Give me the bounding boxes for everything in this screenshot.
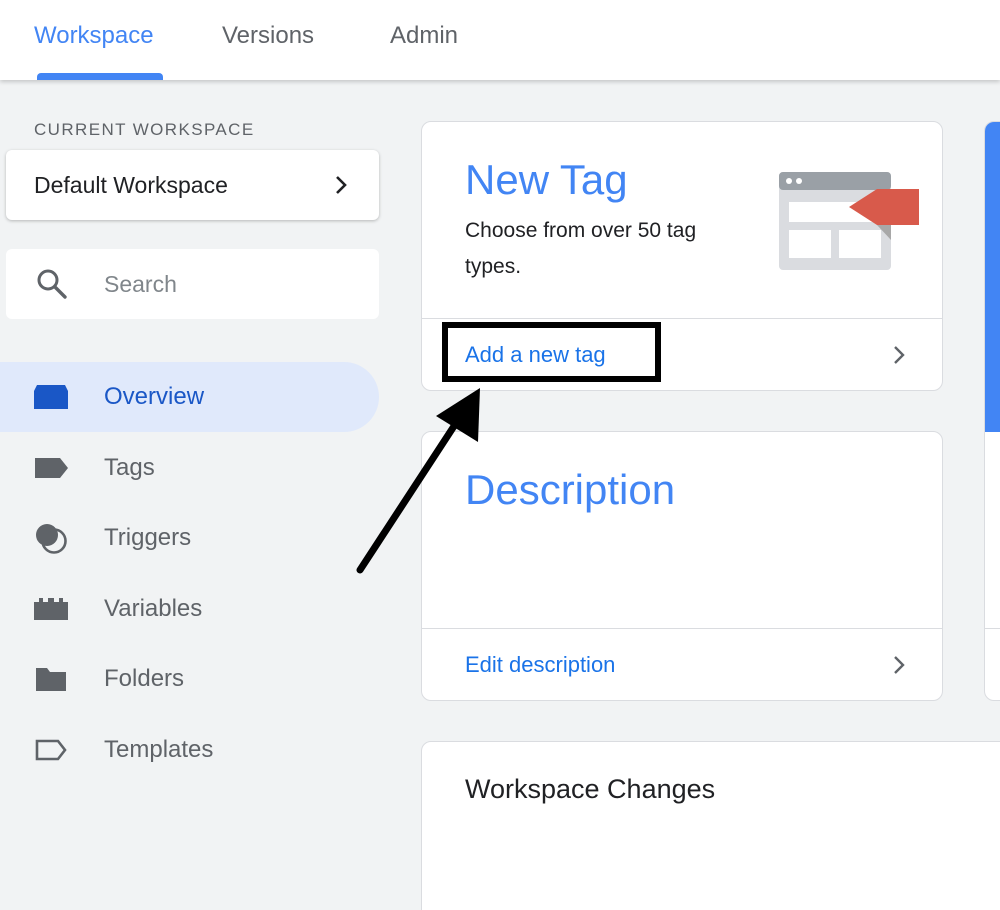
sidebar-item-overview[interactable]: Overview: [0, 362, 379, 432]
sidebar-item-label: Folders: [104, 665, 185, 692]
top-tab-bar: Workspace Versions Admin: [0, 0, 1000, 80]
trigger-icon: [32, 521, 70, 555]
add-new-tag-link[interactable]: Add a new tag: [465, 342, 606, 368]
sidebar-item-variables[interactable]: Variables: [0, 574, 379, 644]
sidebar-item-label: Variables: [104, 595, 203, 622]
tab-workspace[interactable]: Workspace: [34, 22, 154, 50]
active-tab-indicator: [37, 73, 163, 80]
sidebar-item-triggers[interactable]: Triggers: [0, 503, 379, 573]
sidebar-item-folders[interactable]: Folders: [0, 644, 379, 714]
chevron-right-icon: [336, 176, 347, 194]
workspace-selector[interactable]: Default Workspace: [6, 150, 379, 220]
workspace-changes-card: Workspace Changes: [421, 741, 1000, 910]
search-icon[interactable]: [34, 266, 70, 302]
chevron-right-icon[interactable]: [888, 654, 910, 676]
sidebar-item-tags[interactable]: Tags: [0, 433, 379, 503]
chevron-right-icon[interactable]: [888, 344, 910, 366]
tab-versions[interactable]: Versions: [222, 22, 314, 50]
new-tag-card: New Tag Choose from over 50 tag types. A…: [421, 121, 943, 391]
folder-icon: [32, 662, 70, 696]
tag-icon: [32, 451, 70, 485]
sidebar-item-templates[interactable]: Templates: [0, 715, 379, 785]
right-partial-card: [984, 121, 1000, 701]
overview-icon: [32, 380, 70, 414]
current-workspace-label: CURRENT WORKSPACE: [34, 120, 255, 139]
search-input[interactable]: [104, 270, 344, 298]
workspace-name: Default Workspace: [34, 171, 228, 198]
sidebar-item-label: Overview: [104, 383, 205, 410]
edit-description-link[interactable]: Edit description: [465, 652, 615, 678]
card-divider: [422, 628, 942, 629]
template-icon: [32, 733, 70, 767]
workspace-changes-title: Workspace Changes: [465, 774, 716, 804]
new-tag-description: Choose from over 50 tag types.: [465, 219, 697, 278]
right-card-header: [985, 122, 1000, 432]
annotation-arrow-icon: [356, 388, 480, 574]
new-tag-title: New Tag: [465, 156, 628, 203]
tab-admin[interactable]: Admin: [390, 22, 458, 50]
variable-icon: [32, 592, 70, 626]
card-divider: [985, 628, 1000, 629]
sidebar-item-label: Triggers: [104, 524, 192, 551]
sidebar-item-label: Tags: [104, 454, 155, 481]
search-box: [6, 249, 379, 319]
tag-illustration-icon: [779, 172, 919, 270]
sidebar-item-label: Templates: [104, 736, 214, 763]
card-divider: [422, 318, 942, 319]
